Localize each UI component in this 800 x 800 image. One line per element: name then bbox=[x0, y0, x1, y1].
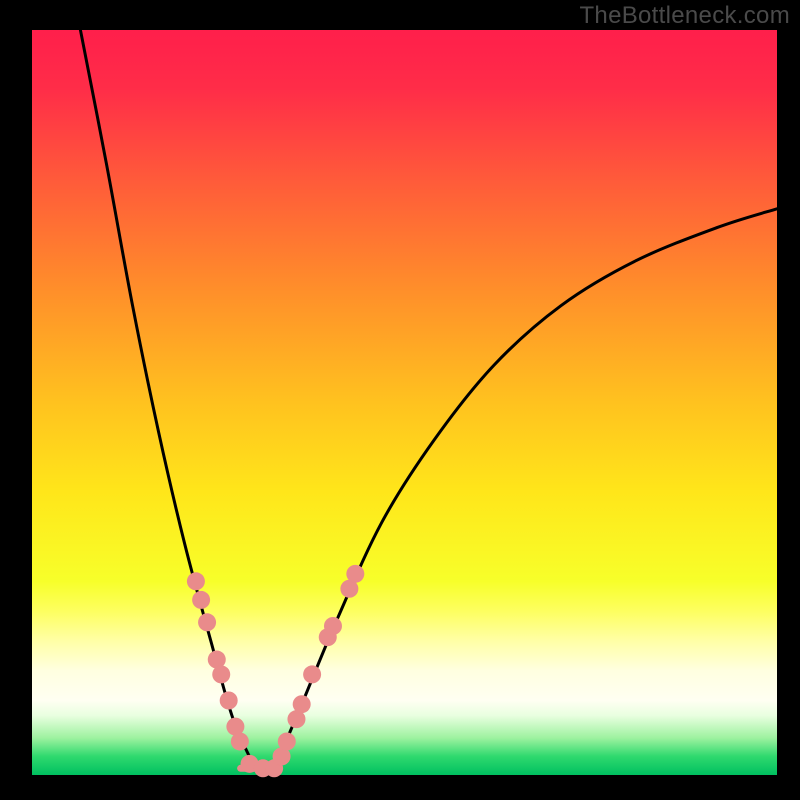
watermark-text: TheBottleneck.com bbox=[579, 2, 790, 30]
marker-right-cluster-dots bbox=[346, 565, 364, 583]
marker-left-cluster-dots bbox=[187, 572, 205, 590]
marker-left-cluster-dots bbox=[212, 665, 230, 683]
bottleneck-v-chart bbox=[0, 0, 800, 800]
gradient-background bbox=[32, 30, 777, 775]
marker-left-cluster-dots bbox=[220, 692, 238, 710]
marker-right-cluster-dots bbox=[278, 732, 296, 750]
chart-stage: TheBottleneck.com bbox=[0, 0, 800, 800]
marker-left-cluster-dots bbox=[231, 732, 249, 750]
marker-right-cluster-dots bbox=[303, 665, 321, 683]
marker-right-cluster-dots bbox=[324, 617, 342, 635]
marker-left-cluster-dots bbox=[198, 613, 216, 631]
marker-right-cluster-dots bbox=[293, 695, 311, 713]
marker-left-cluster-dots bbox=[192, 591, 210, 609]
